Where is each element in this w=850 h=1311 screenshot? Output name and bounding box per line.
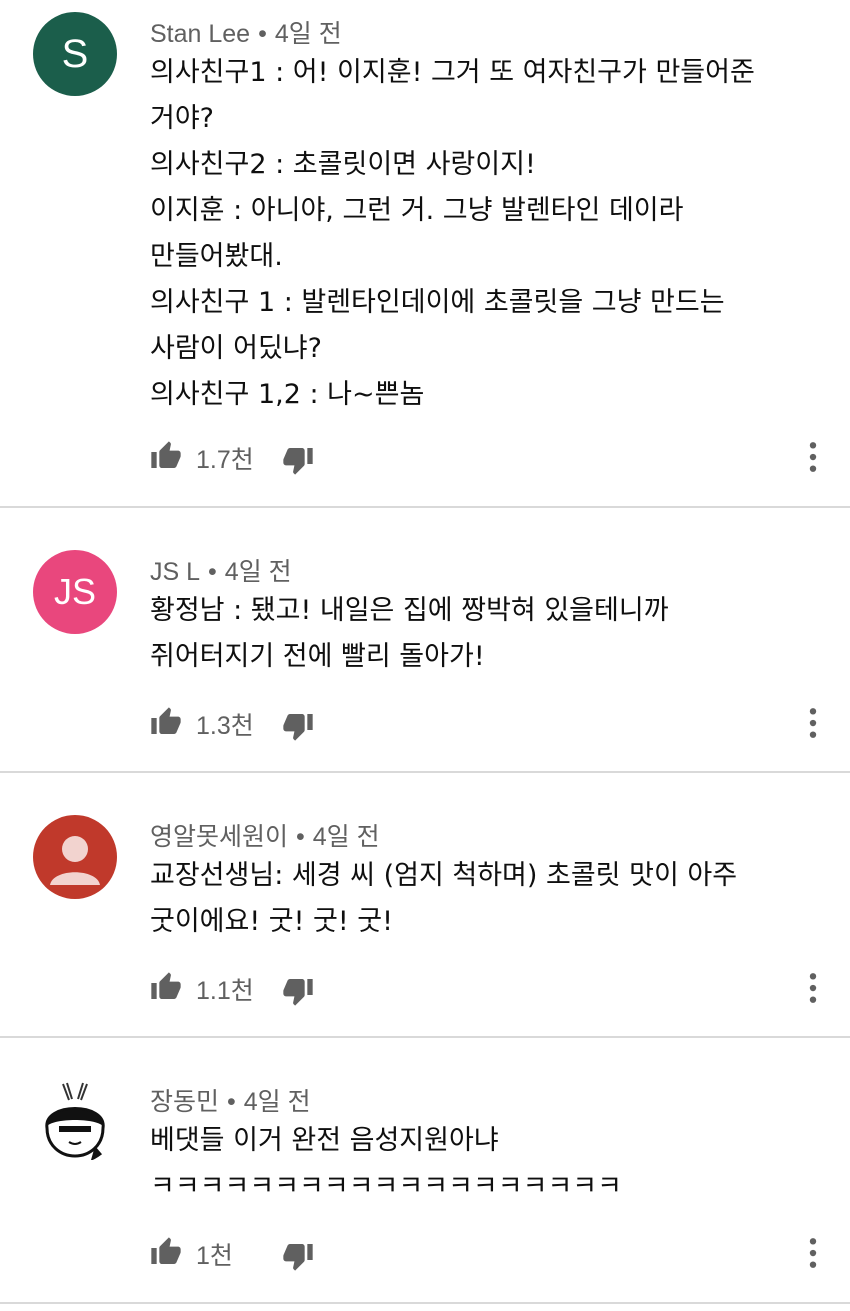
comment-meta: JS L • 4일 전 <box>150 558 292 586</box>
comment-actions: 1천 <box>150 1232 840 1272</box>
comment-line: 만들어봤대. <box>150 241 283 272</box>
comment-text: 교장선생님: 세경 씨 (엄지 척하며) 초콜릿 맛이 아주 굿이에요! 굿! … <box>150 853 830 945</box>
like-count: 1.3천 <box>196 712 254 740</box>
avatar[interactable]: S <box>33 12 117 96</box>
avatar-initials: S <box>61 31 89 76</box>
thumbs-down-icon[interactable] <box>282 1240 314 1272</box>
comment-line: 의사친구 1,2 : 나~쁜놈 <box>150 379 425 410</box>
comment-time[interactable]: 4일 전 <box>244 1088 311 1116</box>
more-vertical-icon[interactable] <box>800 971 826 1005</box>
more-vertical-icon[interactable] <box>800 1236 826 1270</box>
more-vertical-icon[interactable] <box>800 706 826 740</box>
author-name[interactable]: Stan Lee <box>150 20 250 48</box>
like-count: 1.7천 <box>196 446 254 474</box>
comment: 영알못세원이 • 4일 전 교장선생님: 세경 씨 (엄지 척하며) 초콜릿 맛이 … <box>0 773 850 1038</box>
comment-time[interactable]: 4일 전 <box>313 823 380 851</box>
comment-line: 쥐어터지기 전에 빨리 돌아가! <box>150 641 485 672</box>
comment: S Stan Lee • 4일 전 의사친구1 : 어! 이지훈! 그거 또 여자친… <box>0 0 850 508</box>
thumbs-up-icon[interactable] <box>150 1236 182 1268</box>
comment-line: ㅋㅋㅋㅋㅋㅋㅋㅋㅋㅋㅋㅋㅋㅋㅋㅋㅋㅋㅋ <box>150 1171 622 1202</box>
avatar[interactable]: JS <box>33 550 117 634</box>
comment-meta: 장동민 • 4일 전 <box>150 1088 311 1116</box>
more-vertical-icon[interactable] <box>800 440 826 474</box>
thumbs-up-icon[interactable] <box>150 971 182 1003</box>
comment-actions: 1.1천 <box>150 967 840 1007</box>
comment-text: 베댓들 이거 완전 음성지원아냐 ㅋㅋㅋㅋㅋㅋㅋㅋㅋㅋㅋㅋㅋㅋㅋㅋㅋㅋㅋ <box>150 1118 830 1210</box>
avatar[interactable] <box>33 1080 117 1164</box>
comment-line: 의사친구2 : 초콜릿이면 사랑이지! <box>150 149 536 180</box>
person-icon <box>50 836 100 885</box>
author-name[interactable]: JS L <box>150 558 200 586</box>
comment-line: 황정남 : 됐고! 내일은 집에 짱박혀 있을테니까 <box>150 595 669 626</box>
comment-meta: 영알못세원이 • 4일 전 <box>150 823 380 851</box>
comment-actions: 1.3천 <box>150 702 840 742</box>
comment-text: 황정남 : 됐고! 내일은 집에 짱박혀 있을테니까 쥐어터지기 전에 빨리 돌… <box>150 588 830 680</box>
comment-time[interactable]: 4일 전 <box>225 558 292 586</box>
author-name[interactable]: 영알못세원이 <box>150 823 288 851</box>
comment: 장동민 • 4일 전 베댓들 이거 완전 음성지원아냐 ㅋㅋㅋㅋㅋㅋㅋㅋㅋㅋㅋㅋㅋㅋ… <box>0 1038 850 1304</box>
comment-line: 굿이에요! 굿! 굿! 굿! <box>150 906 393 937</box>
thumbs-down-icon[interactable] <box>282 444 314 476</box>
comment-time[interactable]: 4일 전 <box>275 20 342 48</box>
avatar[interactable] <box>33 815 117 899</box>
thumbs-up-icon[interactable] <box>150 706 182 738</box>
comment-line: 의사친구 1 : 발렌타인데이에 초콜릿을 그냥 만드는 <box>150 287 725 318</box>
comment-line: 베댓들 이거 완전 음성지원아냐 <box>150 1125 499 1156</box>
comment-line: 교장선생님: 세경 씨 (엄지 척하며) 초콜릿 맛이 아주 <box>150 860 738 891</box>
cartoon-face-icon <box>45 1082 107 1160</box>
like-count: 1천 <box>196 1242 233 1270</box>
comment-line: 이지훈 : 아니야, 그런 거. 그냥 발렌타인 데이라 <box>150 195 684 226</box>
comment-line: 사람이 어딨냐? <box>150 333 322 364</box>
like-count: 1.1천 <box>196 977 254 1005</box>
avatar-initials: JS <box>53 571 96 612</box>
comment-text: 의사친구1 : 어! 이지훈! 그거 또 여자친구가 만들어준 거야? 의사친구… <box>150 50 830 418</box>
comment-line: 거야? <box>150 103 215 134</box>
comment-actions: 1.7천 <box>150 436 840 476</box>
comment-meta: Stan Lee • 4일 전 <box>150 20 342 48</box>
comment: JS JS L • 4일 전 황정남 : 됐고! 내일은 집에 짱박혀 있을테니까 … <box>0 508 850 773</box>
thumbs-down-icon[interactable] <box>282 710 314 742</box>
thumbs-down-icon[interactable] <box>282 975 314 1007</box>
comment-line: 의사친구1 : 어! 이지훈! 그거 또 여자친구가 만들어준 <box>150 57 755 88</box>
author-name[interactable]: 장동민 <box>150 1088 219 1116</box>
thumbs-up-icon[interactable] <box>150 440 182 472</box>
